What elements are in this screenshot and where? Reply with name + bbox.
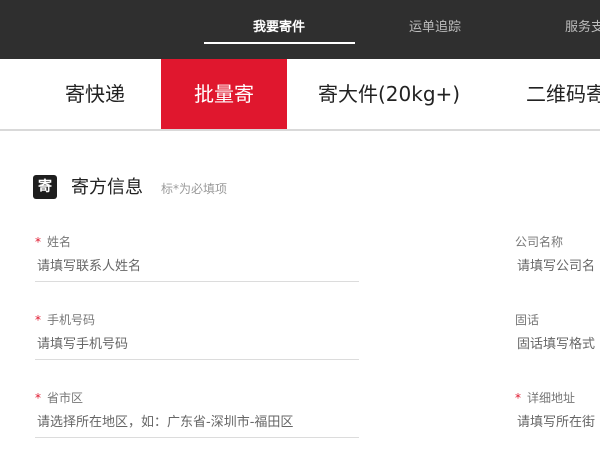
required-hint: 标*为必填项 xyxy=(161,182,228,196)
nav-active-underline xyxy=(204,42,355,44)
company-input[interactable] xyxy=(515,251,600,281)
phone-input[interactable] xyxy=(35,329,359,360)
tab-qrcode[interactable]: 二维码寄 xyxy=(526,59,600,129)
tab-large-item[interactable]: 寄大件(20kg+) xyxy=(318,59,460,129)
required-mark: * xyxy=(515,391,521,405)
address-label: * 详细地址 xyxy=(515,391,576,405)
required-mark: * xyxy=(35,391,41,405)
nav-item-service[interactable]: 服务支 xyxy=(565,16,600,35)
name-input[interactable] xyxy=(35,251,359,282)
region-select-input[interactable] xyxy=(35,407,359,438)
top-nav-bar: 我要寄件 运单追踪 服务支 xyxy=(0,0,600,59)
tab-express[interactable]: 寄快递 xyxy=(65,59,125,129)
name-label: * 姓名 xyxy=(35,235,72,249)
phone-label: * 手机号码 xyxy=(35,313,96,327)
company-label: 公司名称 xyxy=(515,235,564,249)
landline-input[interactable] xyxy=(515,329,600,359)
required-mark: * xyxy=(35,235,41,249)
required-mark: * xyxy=(35,313,41,327)
tab-batch[interactable]: 批量寄 xyxy=(161,59,287,129)
nav-item-send[interactable]: 我要寄件 xyxy=(253,16,305,35)
send-type-tabs: 寄快递 批量寄 寄大件(20kg+) 二维码寄 xyxy=(0,59,600,131)
landline-label: 固话 xyxy=(515,313,540,327)
region-label: * 省市区 xyxy=(35,391,84,405)
section-title: 寄方信息 xyxy=(71,177,143,198)
sender-badge-icon: 寄 xyxy=(33,175,57,199)
nav-item-tracking[interactable]: 运单追踪 xyxy=(409,16,461,35)
address-input[interactable] xyxy=(515,407,600,437)
